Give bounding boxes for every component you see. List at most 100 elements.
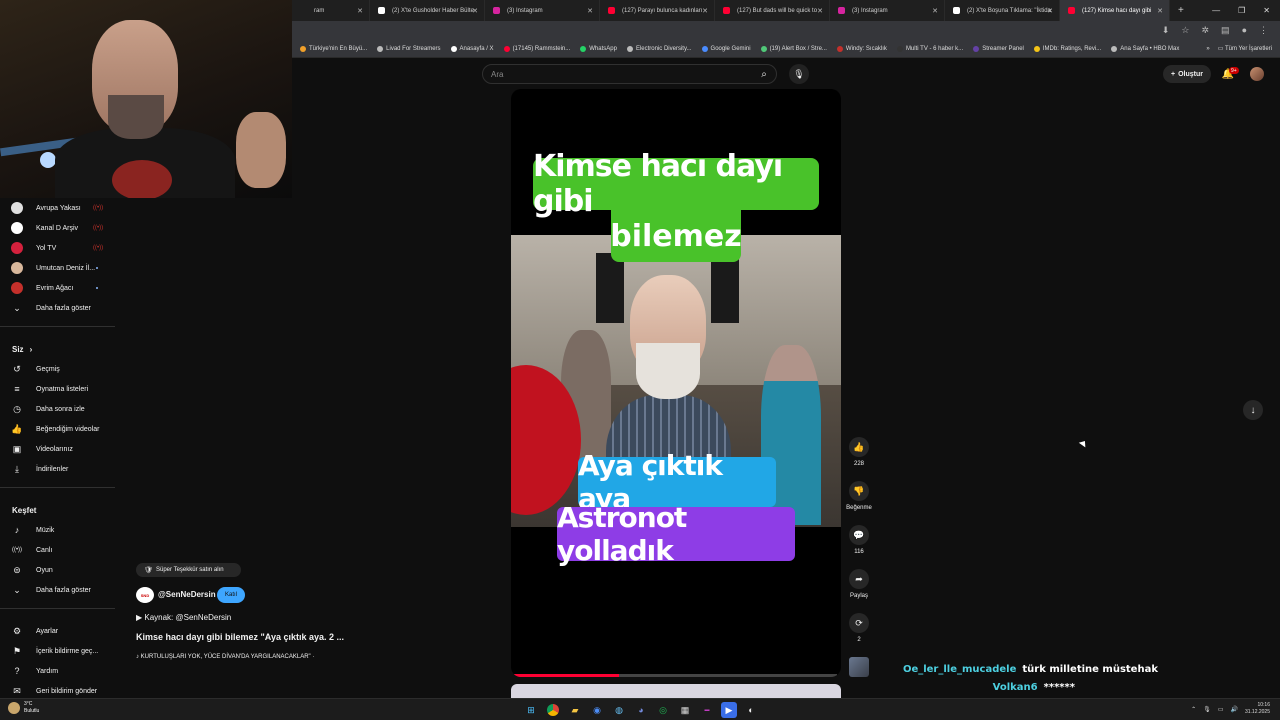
- volume-icon[interactable]: 🔊: [1230, 706, 1237, 713]
- close-tab-icon[interactable]: ✕: [587, 7, 593, 15]
- sidebar-item[interactable]: ↺ Geçmiş: [0, 359, 120, 379]
- windows-start-icon[interactable]: ⊞: [523, 702, 539, 718]
- sidebar-item[interactable]: ♪ Müzik: [0, 520, 120, 540]
- you-section-header[interactable]: Siz ›: [0, 339, 120, 359]
- sidebar-item[interactable]: ⚑ İçerik bildirme geç...: [0, 641, 120, 661]
- extensions-icon[interactable]: ✲: [1202, 25, 1210, 36]
- close-tab-icon[interactable]: ✕: [1157, 7, 1163, 15]
- source-link[interactable]: ▶ Kaynak: @SenNeDersin: [136, 613, 231, 622]
- app-icon[interactable]: ▬: [699, 702, 715, 718]
- all-bookmarks-folder[interactable]: ▭ Tüm Yer İşaretleri: [1218, 45, 1272, 52]
- browser-menu-icon[interactable]: ⋮: [1259, 25, 1268, 36]
- bookmark-item[interactable]: Electronic Diversity...: [626, 46, 692, 52]
- bookmark-item[interactable]: (19) Alert Box / Stre...: [760, 46, 827, 52]
- browser-tab[interactable]: (3) Instagram ✕: [485, 0, 600, 21]
- browser-tab[interactable]: (2) X'te Boşuna Tıklama: "İktida ✕: [945, 0, 1060, 21]
- stream-app-icon[interactable]: ▶: [721, 702, 737, 718]
- edge-icon[interactable]: ◉: [589, 702, 605, 718]
- sidebar-subscription[interactable]: Umutcan Deniz İl...: [0, 258, 120, 278]
- join-button[interactable]: Katıl: [217, 587, 245, 603]
- comments-button[interactable]: 💬 116: [842, 525, 876, 569]
- microphone-icon[interactable]: 🎙: [789, 64, 809, 84]
- network-icon[interactable]: ▭: [1218, 706, 1224, 713]
- bookmark-item[interactable]: Google Gemini: [701, 46, 751, 52]
- bookmark-item[interactable]: (17145) Rammstein...: [503, 46, 570, 52]
- sidebar-subscription[interactable]: Kanal D Arşiv ((•)): [0, 218, 120, 238]
- weather-widget[interactable]: 3°C Bulutlu: [8, 701, 39, 715]
- bookmark-item[interactable]: Windy: Sıcaklık: [836, 46, 887, 52]
- profile-icon[interactable]: ●: [1242, 25, 1247, 36]
- close-window-icon[interactable]: ✕: [1263, 6, 1270, 15]
- progress-bar[interactable]: [511, 674, 837, 677]
- sidebar-item[interactable]: ◷ Daha sonra izle: [0, 399, 120, 419]
- sidebar-toggle-icon[interactable]: ▤: [1221, 25, 1230, 36]
- chevron-up-icon[interactable]: ⌃: [1191, 706, 1196, 713]
- minimize-icon[interactable]: —: [1212, 6, 1220, 15]
- sound-thumbnail[interactable]: [849, 657, 869, 677]
- like-button[interactable]: 👍 228: [842, 437, 876, 481]
- sidebar-item[interactable]: ⚙ Ayarlar: [0, 621, 120, 641]
- star-icon[interactable]: ☆: [1181, 25, 1189, 36]
- bookmark-item[interactable]: Multi TV - 6 haber k...: [896, 46, 963, 52]
- sidebar-item[interactable]: ⊜ Oyun: [0, 560, 120, 580]
- browser-tab[interactable]: (2) X'te Gusholder Haber Bülte ✕: [370, 0, 485, 21]
- bookmarks-more-button[interactable]: »: [1206, 46, 1209, 52]
- sidebar-subscription[interactable]: Avrupa Yakası ((•)): [0, 198, 120, 218]
- install-icon[interactable]: ⬇: [1162, 25, 1170, 36]
- sidebar-item-label: Yol TV: [36, 244, 57, 252]
- bookmark-item[interactable]: Türkiye'nin En Büyü...: [300, 46, 367, 52]
- close-tab-icon[interactable]: ✕: [1047, 7, 1053, 15]
- sidebar-item[interactable]: ? Yardım: [0, 661, 120, 681]
- sidebar-subscription[interactable]: Evrim Ağacı: [0, 278, 120, 298]
- show-more-subscriptions[interactable]: ⌄ Daha fazla göster: [0, 298, 120, 318]
- dislike-button[interactable]: 👎 Beğenme: [842, 481, 876, 525]
- close-tab-icon[interactable]: ✕: [357, 7, 363, 15]
- channel-avatar[interactable]: SND: [136, 587, 154, 603]
- calculator-icon[interactable]: ▦: [677, 702, 693, 718]
- steam-icon[interactable]: ◍: [611, 702, 627, 718]
- bookmark-item[interactable]: Streamer Panel: [973, 46, 1024, 52]
- search-icon[interactable]: ⌕: [756, 66, 772, 82]
- sidebar-item[interactable]: ▣ Videolarınız: [0, 439, 120, 459]
- browser-tab[interactable]: (127) Kimse hacı dayı gibi ✕: [1060, 0, 1170, 21]
- shorts-player[interactable]: Kimse hacı dayı gibi bilemez Aya çıktık …: [511, 89, 841, 677]
- close-tab-icon[interactable]: ✕: [932, 7, 938, 15]
- remix-button[interactable]: ⟳ 2: [842, 613, 876, 657]
- bookmark-item[interactable]: WhatsApp: [580, 46, 617, 52]
- sidebar-item[interactable]: 👍 Beğendiğim videolar: [0, 419, 120, 439]
- bookmark-item[interactable]: Livad For Streamers: [377, 46, 441, 52]
- browser-tab[interactable]: (3) Instagram ✕: [830, 0, 945, 21]
- next-video-arrow-icon[interactable]: ↓: [1243, 400, 1263, 420]
- close-tab-icon[interactable]: ✕: [817, 7, 823, 15]
- close-tab-icon[interactable]: ✕: [702, 7, 708, 15]
- spotify-icon[interactable]: ◎: [655, 702, 671, 718]
- mic-tray-icon[interactable]: 🎙: [1203, 706, 1211, 713]
- super-thanks-button[interactable]: 🛡 Süper Teşekkür satın alın: [136, 563, 241, 577]
- share-button[interactable]: ➦ Paylaş: [842, 569, 876, 613]
- sidebar-subscription[interactable]: Yol TV ((•)): [0, 238, 120, 258]
- new-tab-icon[interactable]: +: [1170, 0, 1192, 21]
- avatar[interactable]: [1250, 67, 1264, 81]
- search-input[interactable]: Ara: [482, 64, 777, 84]
- sidebar-item[interactable]: ((•)) Canlı: [0, 540, 120, 560]
- browser-tab[interactable]: ram ✕: [292, 0, 370, 21]
- discord-icon[interactable]: ◕: [633, 702, 649, 718]
- sidebar-item[interactable]: ≡ Oynatma listeleri: [0, 379, 120, 399]
- create-button[interactable]: + Oluştur: [1163, 65, 1211, 83]
- show-more-explore[interactable]: ⌄ Daha fazla göster: [0, 580, 120, 600]
- folder-icon[interactable]: ▰: [567, 702, 583, 718]
- bookmark-item[interactable]: Anasayfa / X: [450, 46, 494, 52]
- clock[interactable]: 10:16 31.12.2025: [1245, 702, 1270, 716]
- bookmark-item[interactable]: IMDb: Ratings, Revi...: [1033, 46, 1101, 52]
- browser-tab[interactable]: (127) But dads will be quick to ✕: [715, 0, 830, 21]
- video-title[interactable]: Kimse hacı dayı gibi bilemez "Aya çıktık…: [136, 632, 344, 642]
- chrome-icon[interactable]: [545, 702, 561, 718]
- bookmark-item[interactable]: Ana Sayfa • HBO Max: [1111, 46, 1179, 52]
- sidebar-item[interactable]: ⤓ İndirilenler: [0, 459, 120, 479]
- channel-name[interactable]: @SenNeDersin: [158, 590, 216, 599]
- maximize-icon[interactable]: ❐: [1238, 6, 1245, 15]
- obs-icon[interactable]: ◐: [743, 702, 759, 718]
- next-short-preview[interactable]: [511, 684, 841, 698]
- browser-tab[interactable]: (127) Parayı bulunca kadınları ✕: [600, 0, 715, 21]
- close-tab-icon[interactable]: ✕: [472, 7, 478, 15]
